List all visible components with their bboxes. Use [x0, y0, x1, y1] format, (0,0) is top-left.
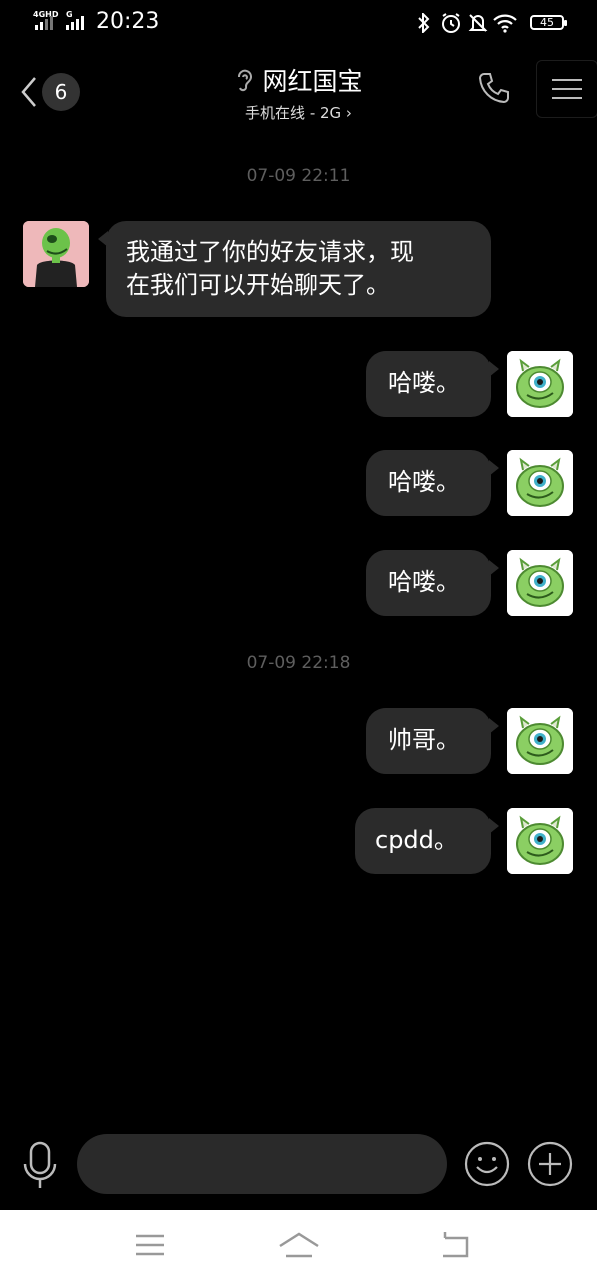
monster-avatar-image — [507, 351, 573, 417]
bluetooth-icon — [418, 13, 430, 33]
message-bubble-sent[interactable]: 哈喽。 — [366, 450, 499, 516]
my-avatar[interactable] — [507, 808, 573, 874]
home-icon[interactable] — [278, 1228, 320, 1262]
message-bubble-sent[interactable]: 哈喽。 — [366, 550, 499, 616]
message-timestamp: 07-09 22:18 — [246, 653, 351, 673]
monster-avatar-image — [507, 450, 573, 516]
status-bar: 4GHD G 20:23 45 — [0, 0, 597, 46]
microphone-icon[interactable] — [20, 1140, 60, 1192]
chat-header: 6 网红国宝 手机在线 - 2G › — [0, 48, 597, 132]
menu-button[interactable] — [536, 60, 597, 118]
input-bar — [0, 1130, 597, 1200]
friend-avatar[interactable] — [23, 221, 89, 287]
message-bubble-sent[interactable]: 帅哥。 — [366, 708, 499, 774]
message-bubble-received[interactable]: 我通过了你的好友请求，现 在我们可以开始聊天了。 — [98, 221, 491, 317]
message-text-line: 在我们可以开始聊天了。 — [126, 271, 390, 299]
contact-name: 网红国宝 — [262, 67, 363, 96]
message-text-line: 我通过了你的好友请求，现 — [126, 238, 414, 266]
monster-avatar-image — [507, 808, 573, 874]
monster-avatar-image — [507, 708, 573, 774]
monster-avatar-image — [507, 550, 573, 616]
status-time: 20:23 — [96, 9, 160, 34]
message-text: 哈喽。 — [388, 568, 460, 596]
my-avatar[interactable] — [507, 450, 573, 516]
signal-bars-1 — [35, 16, 53, 30]
message-text: 帅哥。 — [388, 726, 460, 754]
message-text: 哈喽。 — [388, 369, 460, 397]
message-bubble-sent[interactable]: cpdd。 — [355, 808, 499, 874]
system-nav-bar — [0, 1210, 597, 1280]
message-text: cpdd。 — [375, 826, 458, 854]
friend-avatar-image — [23, 221, 89, 287]
my-avatar[interactable] — [507, 708, 573, 774]
ear-icon — [238, 69, 253, 92]
phone-icon[interactable] — [476, 70, 512, 106]
plus-icon[interactable] — [527, 1141, 573, 1187]
emoji-icon[interactable] — [464, 1141, 510, 1187]
my-avatar[interactable] — [507, 351, 573, 417]
message-bubble-sent[interactable]: 哈喽。 — [366, 351, 499, 417]
wifi-icon — [493, 14, 517, 33]
alarm-icon — [442, 13, 460, 33]
message-input[interactable] — [77, 1134, 447, 1194]
signal-bars-2 — [66, 16, 84, 30]
recent-apps-icon[interactable] — [130, 1228, 170, 1262]
mute-icon — [468, 14, 488, 32]
message-text: 哈喽。 — [388, 468, 460, 496]
my-avatar[interactable] — [507, 550, 573, 616]
back-nav-icon[interactable] — [437, 1228, 477, 1262]
message-timestamp: 07-09 22:11 — [246, 166, 351, 186]
battery-icon: 45 — [530, 15, 567, 30]
menu-icon — [552, 79, 582, 81]
